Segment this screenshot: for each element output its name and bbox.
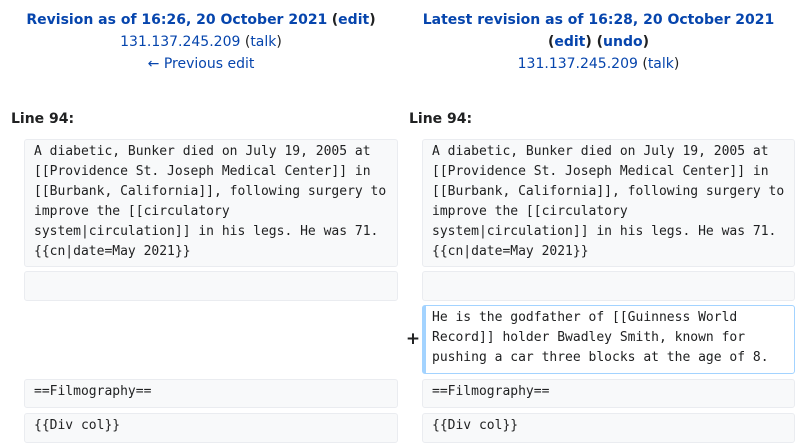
previous-edit-link[interactable]: ← Previous edit [148,56,255,72]
added-line-marker: + [405,329,421,349]
old-edit-link[interactable]: edit [338,12,369,28]
diff-context-right-filmography: ==Filmography== [422,379,795,408]
new-revision-header: Latest revision as of 16:28, 20 October … [398,9,799,75]
diff-context-right-divcol: {{Div col}} [422,413,795,443]
line-number-left: Line 94: [11,111,75,127]
diff-added-line: He is the godfather of [[Guinness World … [422,305,795,374]
old-user-link[interactable]: 131.137.245.209 [120,34,240,50]
new-revision-title-line: Latest revision as of 16:28, 20 October … [398,9,799,31]
undo-link[interactable]: undo [603,34,643,50]
diff-empty-context-left [24,271,398,301]
old-talk-link[interactable]: talk [250,34,276,50]
diff-context-right: A diabetic, Bunker died on July 19, 2005… [422,139,795,267]
diff-empty-context-right [422,271,795,301]
old-revision-user-line: 131.137.245.209 (talk) [120,34,282,50]
new-revision-title-link[interactable]: Latest revision as of 16:28, 20 October … [423,12,775,28]
new-edit-link[interactable]: edit [554,34,585,50]
new-revision-user-line: 131.137.245.209 (talk) [517,56,680,72]
line-number-right: Line 94: [409,111,473,127]
new-user-link[interactable]: 131.137.245.209 [518,56,638,72]
old-revision-title-line: Revision as of 16:26, 20 October 2021 (e… [26,12,376,28]
old-revision-title-link[interactable]: Revision as of 16:26, 20 October 2021 [26,12,327,28]
diff-context-left-filmography: ==Filmography== [24,379,398,408]
diff-context-left: A diabetic, Bunker died on July 19, 2005… [24,139,398,267]
new-talk-link[interactable]: talk [648,56,674,72]
new-revision-actions-line: (edit) (undo) [547,34,650,50]
previous-edit-line: ← Previous edit [0,53,402,75]
diff-context-left-divcol: {{Div col}} [24,413,398,443]
old-revision-header: Revision as of 16:26, 20 October 2021 (e… [0,9,402,75]
